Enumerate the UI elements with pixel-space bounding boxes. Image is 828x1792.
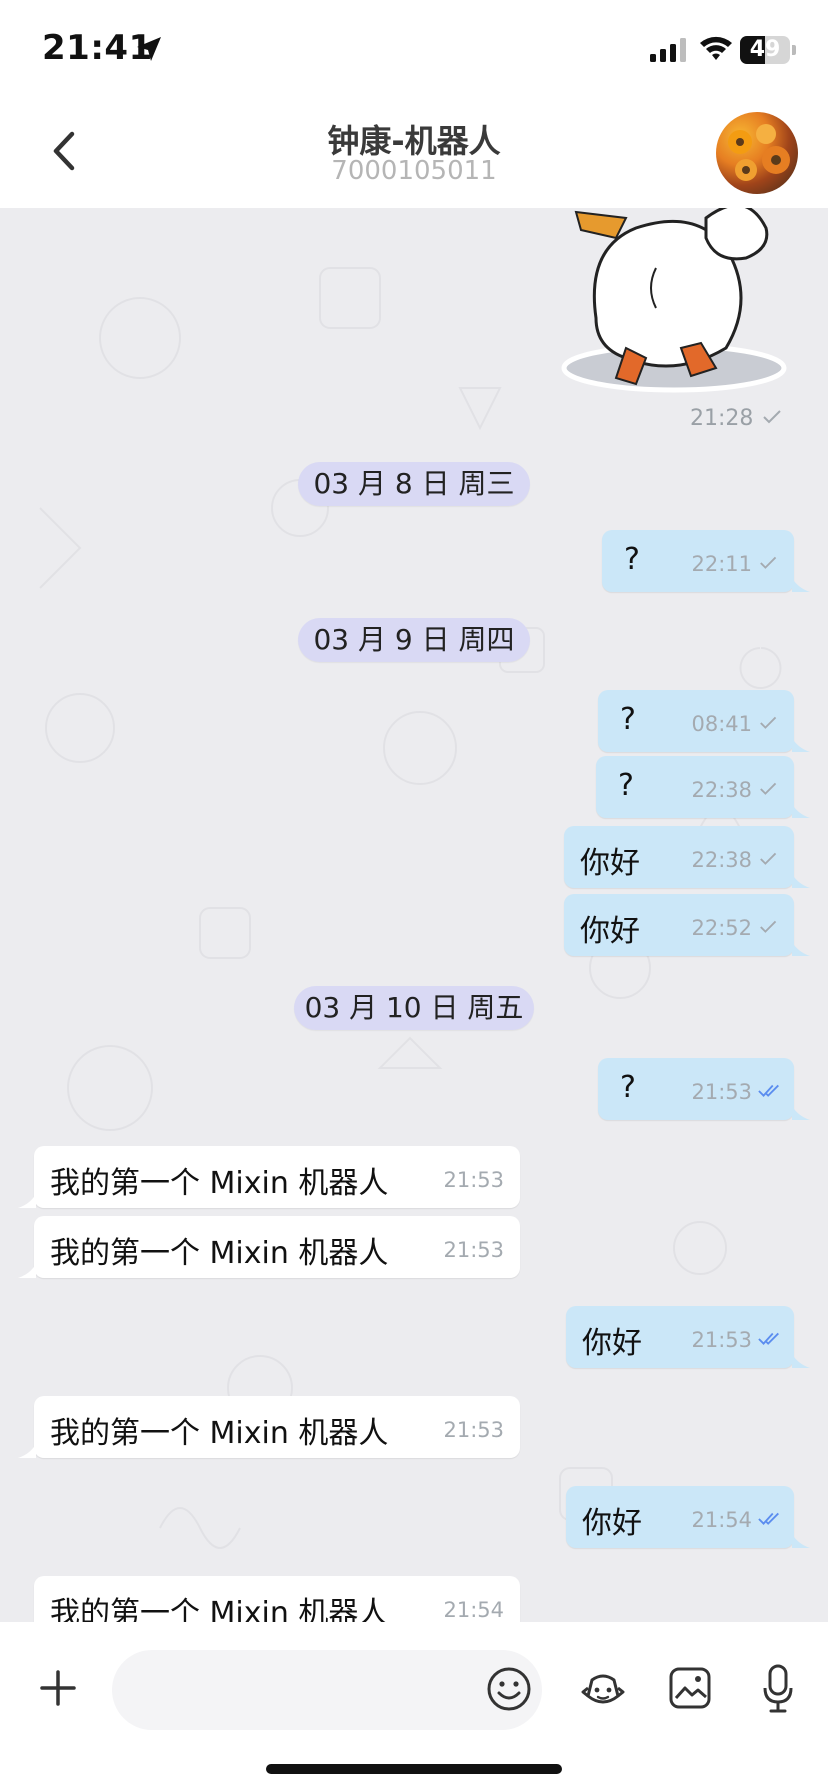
outgoing-message[interactable]: 你好 21:54 [566,1486,794,1548]
cellular-signal-icon [650,38,686,62]
contact-avatar[interactable] [716,112,798,194]
sticker-time: 21:28 [690,406,754,431]
message-text: 我的第一个 Mixin 机器人 [50,1596,389,1622]
outgoing-message[interactable]: 你好 22:52 [564,894,794,956]
battery-percent: 49 [749,37,781,62]
bubble-tail [792,738,810,752]
bubble-tail [18,1194,36,1208]
message-text: ? [624,542,640,577]
incoming-message[interactable]: 我的第一个 Mixin 机器人 21:53 [34,1146,520,1208]
plus-icon[interactable] [38,1668,78,1708]
read-double-check-icon [758,1084,779,1097]
message-time: 22:38 [691,778,752,802]
home-indicator[interactable] [266,1764,562,1774]
sent-check-icon [760,782,777,795]
message-time: 21:54 [691,1508,752,1532]
message-text: 你好 [582,1326,642,1361]
outgoing-message[interactable]: ? 22:38 [596,756,794,818]
message-text: ? [620,1070,636,1105]
message-time: 21:53 [691,1328,752,1352]
status-bar: 21:41 49 [0,0,828,100]
message-time: 21:53 [443,1238,504,1262]
message-time: 08:41 [691,712,752,736]
wifi-icon [700,36,732,60]
message-text: ? [618,768,634,803]
outgoing-message[interactable]: 你好 22:38 [564,826,794,888]
sent-check-icon [760,556,777,569]
outgoing-message[interactable]: 你好 21:53 [566,1306,794,1368]
message-text: 你好 [580,846,640,881]
flower-avatar-image [728,124,790,181]
bubble-tail [792,1354,810,1368]
chat-area[interactable]: 21:28 03 月 8 日 周三? 22:11 03 月 9 日 周四? 08:41… [0,208,828,1622]
bubble-tail [792,1106,810,1120]
message-text: 我的第一个 Mixin 机器人 [50,1236,389,1271]
bot-icon[interactable] [580,1666,626,1712]
sent-check-icon [763,410,781,424]
location-arrow-icon [137,37,161,61]
date-separator: 03 月 9 日 周四 [298,618,530,662]
message-input[interactable] [112,1650,542,1730]
message-time: 21:53 [443,1168,504,1192]
incoming-message[interactable]: 我的第一个 Mixin 机器人 21:53 [34,1216,520,1278]
bubble-tail [792,1534,810,1548]
read-double-check-icon [758,1332,779,1345]
bubble-tail [792,874,810,888]
message-time: 22:11 [691,552,752,576]
outgoing-message[interactable]: ? 21:53 [598,1058,794,1120]
bubble-tail [792,578,810,592]
message-time: 21:53 [443,1418,504,1442]
bubble-tail [792,804,810,818]
date-separator: 03 月 8 日 周三 [298,462,530,506]
message-text: ? [620,702,636,737]
outgoing-message[interactable]: ? 22:11 [602,530,794,592]
battery-cap [792,45,796,55]
incoming-message[interactable]: 我的第一个 Mixin 机器人 21:54 [34,1576,520,1622]
date-separator: 03 月 10 日 周五 [294,986,534,1030]
message-time: 22:52 [691,916,752,940]
bubble-tail [792,942,810,956]
microphone-icon[interactable] [762,1664,794,1714]
duck-sticker[interactable] [556,208,794,394]
message-time: 21:54 [443,1598,504,1622]
bubble-tail [18,1444,36,1458]
sent-check-icon [760,716,777,729]
outgoing-message[interactable]: ? 08:41 [598,690,794,752]
sent-check-icon [760,920,777,933]
message-text: 你好 [580,914,640,949]
chat-subtitle: 7000105011 [331,156,497,186]
message-time: 21:53 [691,1080,752,1104]
chat-header: 钟康-机器人 7000105011 [0,100,828,208]
incoming-message[interactable]: 我的第一个 Mixin 机器人 21:53 [34,1396,520,1458]
message-text: 我的第一个 Mixin 机器人 [50,1166,389,1201]
emoji-icon[interactable] [486,1666,532,1712]
read-double-check-icon [758,1512,779,1525]
sent-check-icon [760,852,777,865]
battery-indicator: 49 [740,36,790,64]
message-text: 你好 [582,1506,642,1541]
input-bar [0,1622,828,1792]
image-icon[interactable] [668,1666,712,1710]
message-time: 22:38 [691,848,752,872]
bubble-tail [18,1264,36,1278]
message-text: 我的第一个 Mixin 机器人 [50,1416,389,1451]
